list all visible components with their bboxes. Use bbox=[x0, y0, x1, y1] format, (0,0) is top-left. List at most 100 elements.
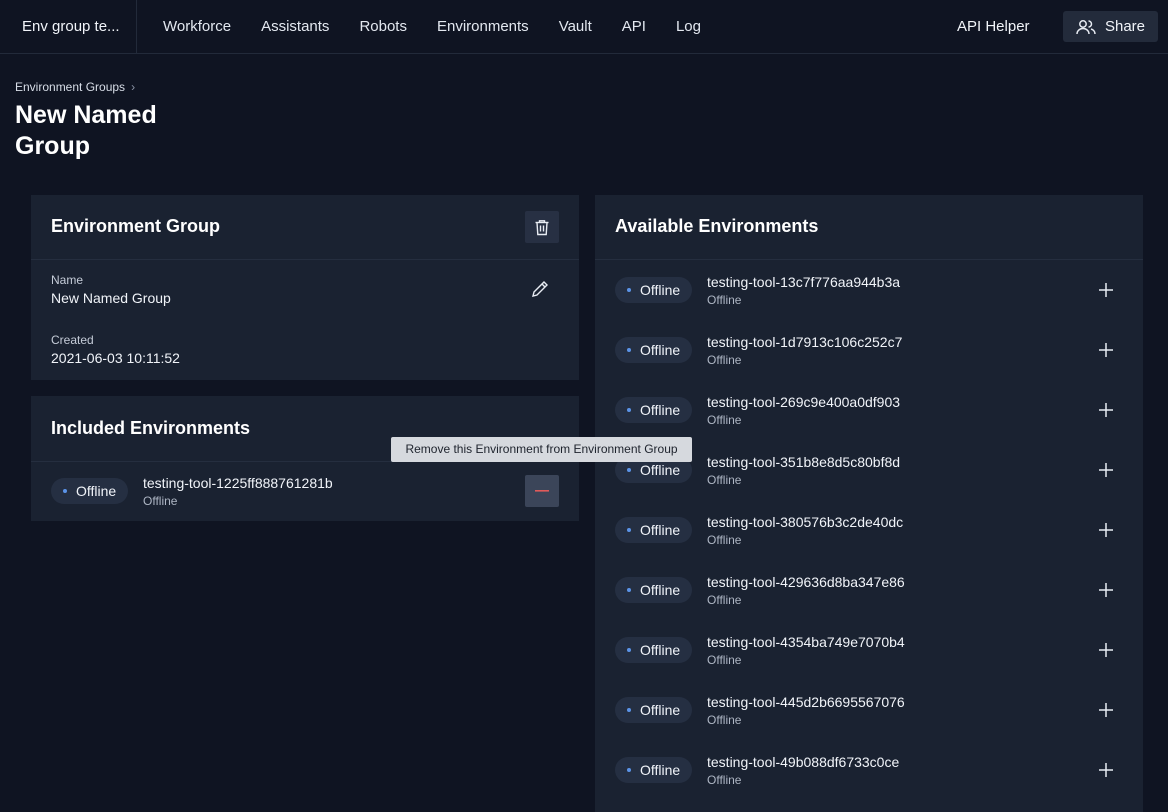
status-dot-icon bbox=[627, 528, 631, 532]
status-badge: Offline bbox=[615, 517, 693, 543]
environment-status: Offline bbox=[707, 293, 742, 307]
environment-name: testing-tool-4354ba749e7070b4 bbox=[707, 634, 905, 650]
included-environment-status: Offline bbox=[143, 494, 178, 508]
created-value: 2021-06-03 10:11:52 bbox=[51, 350, 180, 366]
remove-environment-button[interactable] bbox=[525, 475, 559, 507]
list-item: Offline testing-tool-445d2b6695567076 Of… bbox=[595, 680, 1143, 740]
page-title: New Named Group bbox=[15, 101, 157, 160]
share-button-label: Share bbox=[1104, 18, 1146, 35]
list-item: Offline testing-tool-13c7f776aa944b3a Of… bbox=[595, 260, 1143, 320]
environment-name: testing-tool-380576b3c2de40dc bbox=[707, 514, 904, 530]
environment-status: Offline bbox=[707, 773, 742, 787]
environment-status: Offline bbox=[707, 653, 742, 667]
status-dot-icon bbox=[627, 468, 631, 472]
nav-item-log[interactable]: Log bbox=[676, 18, 701, 35]
available-environments-panel: Available Environments Offline testing-t… bbox=[595, 195, 1143, 812]
nav-item-environments[interactable]: Environments bbox=[437, 18, 529, 35]
nav-item-api[interactable]: API bbox=[622, 18, 646, 35]
status-badge: Offline bbox=[51, 478, 129, 504]
status-dot-icon bbox=[627, 588, 631, 592]
created-label: Created bbox=[51, 333, 94, 347]
list-item: Offline testing-tool-429636d8ba347e86 Of… bbox=[595, 560, 1143, 620]
environment-group-panel: Environment Group Name New Named Group C… bbox=[31, 195, 579, 380]
environment-name: testing-tool-49b088df6733c0ce bbox=[707, 754, 900, 770]
environment-status: Offline bbox=[707, 353, 742, 367]
environment-name: testing-tool-445d2b6695567076 bbox=[707, 694, 905, 710]
add-environment-button[interactable] bbox=[1098, 522, 1114, 538]
environment-group-title: Environment Group bbox=[51, 216, 221, 236]
nav-item-assistants[interactable]: Assistants bbox=[261, 18, 329, 35]
status-dot-icon bbox=[627, 348, 631, 352]
status-badge-label: Offline bbox=[640, 642, 681, 658]
share-button[interactable]: Share bbox=[1063, 11, 1158, 42]
workspace-switcher[interactable]: Env group te... bbox=[0, 0, 137, 53]
environment-status: Offline bbox=[707, 533, 742, 547]
environment-name: testing-tool-429636d8ba347e86 bbox=[707, 574, 905, 590]
main-nav: Workforce Assistants Robots Environments… bbox=[163, 0, 731, 53]
nav-item-vault[interactable]: Vault bbox=[559, 18, 592, 35]
add-environment-button[interactable] bbox=[1098, 702, 1114, 718]
status-badge-label: Offline bbox=[640, 702, 681, 718]
status-badge: Offline bbox=[615, 277, 693, 303]
status-badge-label: Offline bbox=[640, 402, 681, 418]
status-badge-label: Offline bbox=[640, 582, 681, 598]
add-environment-button[interactable] bbox=[1098, 462, 1114, 478]
remove-environment-tooltip: Remove this Environment from Environment… bbox=[391, 437, 692, 462]
environment-name: testing-tool-1d7913c106c252c7 bbox=[707, 334, 903, 350]
status-badge: Offline bbox=[615, 697, 693, 723]
status-badge: Offline bbox=[615, 337, 693, 363]
list-item: Offline testing-tool-1d7913c106c252c7 Of… bbox=[595, 320, 1143, 380]
status-dot-icon bbox=[627, 408, 631, 412]
trash-icon bbox=[535, 219, 549, 235]
list-item: Offline testing-tool-380576b3c2de40dc Of… bbox=[595, 500, 1143, 560]
pencil-icon bbox=[532, 281, 548, 297]
api-helper-link[interactable]: API Helper bbox=[957, 0, 1030, 53]
add-environment-button[interactable] bbox=[1098, 762, 1114, 778]
status-badge-label: Offline bbox=[640, 342, 681, 358]
status-badge-label: Offline bbox=[640, 762, 681, 778]
breadcrumb: Environment Groups › bbox=[15, 80, 135, 94]
available-environments-title: Available Environments bbox=[615, 216, 819, 236]
environment-status: Offline bbox=[707, 713, 742, 727]
environment-status: Offline bbox=[707, 473, 742, 487]
environment-name: testing-tool-13c7f776aa944b3a bbox=[707, 274, 901, 290]
status-badge-label: Offline bbox=[76, 483, 117, 499]
status-badge: Offline bbox=[615, 757, 693, 783]
nav-item-robots[interactable]: Robots bbox=[359, 18, 407, 35]
status-badge-label: Offline bbox=[640, 522, 681, 538]
status-badge: Offline bbox=[615, 397, 693, 423]
status-badge-label: Offline bbox=[640, 282, 681, 298]
panel-divider bbox=[31, 259, 579, 260]
add-environment-button[interactable] bbox=[1098, 282, 1114, 298]
environment-status: Offline bbox=[707, 413, 742, 427]
nav-item-workforce[interactable]: Workforce bbox=[163, 18, 231, 35]
list-item: Offline testing-tool-4354ba749e7070b4 Of… bbox=[595, 620, 1143, 680]
list-item: Offline testing-tool-49b088df6733c0ce Of… bbox=[595, 740, 1143, 800]
environment-name: testing-tool-269c9e400a0df903 bbox=[707, 394, 901, 410]
status-dot-icon bbox=[627, 648, 631, 652]
users-icon bbox=[1076, 19, 1096, 34]
status-badge: Offline bbox=[615, 577, 693, 603]
delete-group-button[interactable] bbox=[525, 211, 559, 243]
list-item: Offline testing-tool-269c9e400a0df903 Of… bbox=[595, 380, 1143, 440]
add-environment-button[interactable] bbox=[1098, 582, 1114, 598]
breadcrumb-environment-groups[interactable]: Environment Groups bbox=[15, 80, 125, 94]
status-dot-icon bbox=[627, 708, 631, 712]
status-badge-label: Offline bbox=[640, 462, 681, 478]
chevron-right-icon: › bbox=[131, 80, 136, 94]
edit-name-button[interactable] bbox=[531, 280, 553, 302]
minus-icon bbox=[535, 490, 549, 492]
included-environment-name: testing-tool-1225ff888761281b bbox=[143, 475, 333, 491]
status-badge: Offline bbox=[615, 637, 693, 663]
environment-status: Offline bbox=[707, 593, 742, 607]
name-value: New Named Group bbox=[51, 290, 171, 306]
add-environment-button[interactable] bbox=[1098, 642, 1114, 658]
status-dot-icon bbox=[627, 288, 631, 292]
top-navigation-bar: Env group te... Workforce Assistants Rob… bbox=[0, 0, 1168, 54]
status-dot-icon bbox=[63, 489, 67, 493]
included-environments-title: Included Environments bbox=[51, 418, 251, 438]
add-environment-button[interactable] bbox=[1098, 342, 1114, 358]
status-dot-icon bbox=[627, 768, 631, 772]
add-environment-button[interactable] bbox=[1098, 402, 1114, 418]
environment-name: testing-tool-351b8e8d5c80bf8d bbox=[707, 454, 901, 470]
